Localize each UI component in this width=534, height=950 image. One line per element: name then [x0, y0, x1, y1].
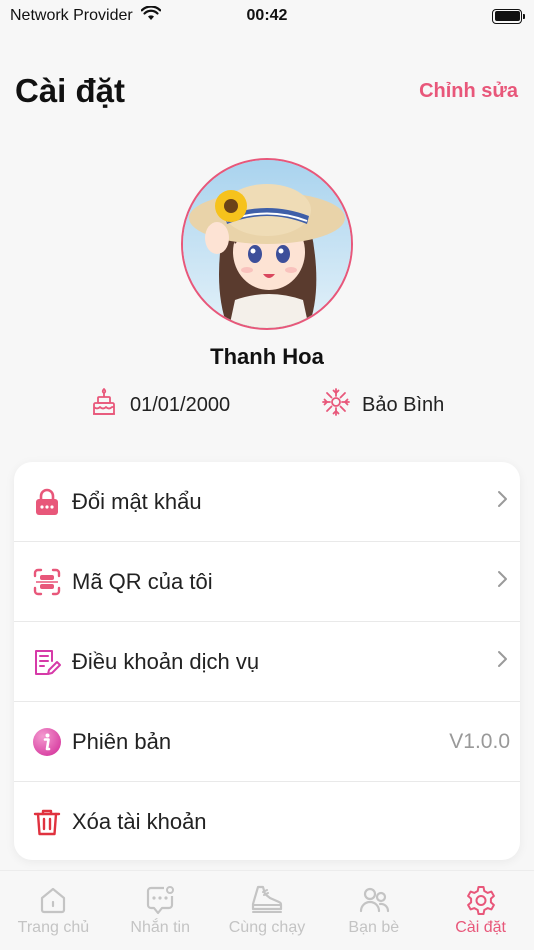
- avatar-image: [183, 160, 351, 328]
- status-bar: Network Provider 00:42: [0, 0, 534, 32]
- avatar[interactable]: [181, 158, 353, 330]
- menu-item-label: Điều khoản dịch vụ: [72, 648, 260, 674]
- gear-icon: [464, 883, 498, 917]
- menu-item-version[interactable]: Phiên bản V1.0.0: [14, 702, 520, 782]
- tab-run-together[interactable]: Cùng chạy: [214, 871, 321, 950]
- menu-item-label: Mã QR của tôi: [72, 568, 213, 594]
- tab-label: Cài đặt: [455, 919, 506, 936]
- settings-menu: Đổi mật khẩu Mã QR của tôi Điều khoản dị…: [14, 462, 520, 860]
- battery-fill: [494, 11, 520, 21]
- birthday-text: 01/01/2000: [130, 393, 231, 416]
- version-value: V1.0.0: [449, 729, 510, 753]
- menu-item-delete-account[interactable]: Xóa tài khoản: [14, 782, 520, 860]
- chevron-right-icon: [496, 649, 510, 675]
- zodiac-icon: [320, 386, 352, 424]
- birthday-info: 01/01/2000: [88, 386, 230, 424]
- status-left: Network Provider: [10, 5, 162, 26]
- tab-messages[interactable]: Nhắn tin: [107, 871, 214, 950]
- bottom-tab-bar: Trang chủ Nhắn tin Cùng chạy Bạn bè Cài …: [0, 870, 534, 950]
- home-icon: [36, 883, 70, 917]
- info-icon: [31, 726, 63, 758]
- menu-item-change-password[interactable]: Đổi mật khẩu: [14, 462, 520, 542]
- carrier-name: Network Provider: [10, 7, 133, 24]
- qr-scan-icon: [31, 566, 63, 598]
- friends-icon: [357, 883, 391, 917]
- menu-item-label: Phiên bản: [72, 728, 172, 754]
- trash-icon: [31, 806, 63, 838]
- profile-name: Thanh Hoa: [210, 344, 324, 369]
- lock-icon: [31, 486, 63, 518]
- menu-item-terms[interactable]: Điều khoản dịch vụ: [14, 622, 520, 702]
- chevron-right-icon: [496, 489, 510, 515]
- document-edit-icon: [31, 646, 63, 678]
- wifi-icon: [140, 5, 162, 26]
- tab-label: Trang chủ: [17, 919, 90, 936]
- chat-icon: [143, 883, 177, 917]
- birthday-cake-icon: [88, 386, 120, 424]
- menu-item-label: Xóa tài khoản: [72, 809, 207, 834]
- tab-friends[interactable]: Bạn bè: [320, 871, 427, 950]
- battery-icon: [492, 8, 525, 24]
- zodiac-text: Bảo Bình: [362, 393, 445, 416]
- tab-label: Bạn bè: [348, 919, 400, 936]
- tab-home[interactable]: Trang chủ: [0, 871, 107, 950]
- tab-label: Nhắn tin: [130, 919, 190, 936]
- header: Cài đặt Chỉnh sửa: [15, 72, 518, 110]
- chevron-right-icon: [496, 569, 510, 595]
- page-title: Cài đặt: [15, 72, 126, 109]
- menu-item-label: Đổi mật khẩu: [72, 488, 202, 514]
- tab-label: Cùng chạy: [228, 919, 306, 936]
- shoe-icon: [250, 883, 284, 917]
- menu-item-my-qr[interactable]: Mã QR của tôi: [14, 542, 520, 622]
- zodiac-info: Bảo Bình: [320, 386, 444, 424]
- profile-meta: 01/01/2000 Bảo Bình: [0, 386, 534, 420]
- tab-settings[interactable]: Cài đặt: [427, 871, 534, 950]
- edit-button[interactable]: Chỉnh sửa: [419, 80, 518, 103]
